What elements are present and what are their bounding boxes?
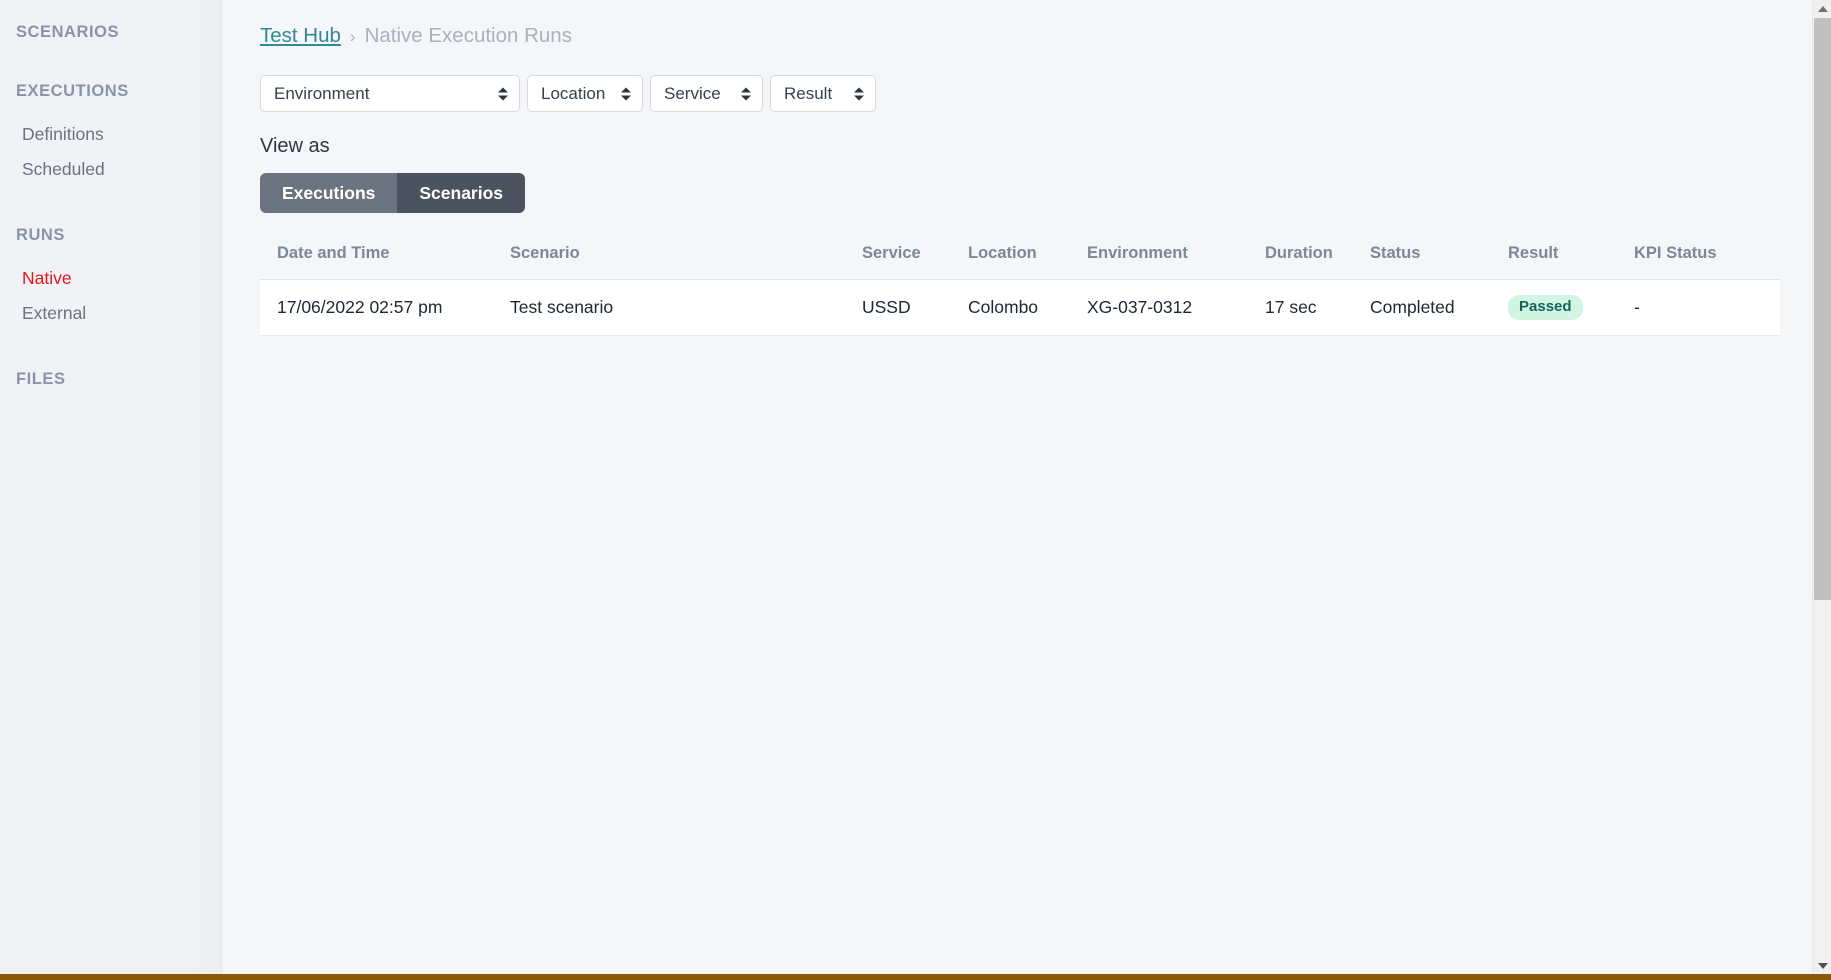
scroll-down-arrow-icon[interactable] xyxy=(1813,957,1831,974)
column-header-date-and-time[interactable]: Date and Time xyxy=(260,244,510,280)
column-header-scenario[interactable]: Scenario xyxy=(510,244,862,280)
cell-duration: 17 sec xyxy=(1265,280,1370,336)
cell-location: Colombo xyxy=(968,280,1087,336)
cell-scenario: Test scenario xyxy=(510,280,862,336)
cell-date-and-time: 17/06/2022 02:57 pm xyxy=(260,280,510,336)
view-as-toggle: Executions Scenarios xyxy=(260,173,525,213)
location-filter-select[interactable]: Location xyxy=(527,75,643,112)
runs-table: Date and Time Scenario Service Location … xyxy=(260,244,1780,336)
select-arrows-icon xyxy=(741,85,751,102)
cell-service: USSD xyxy=(862,280,968,336)
breadcrumb-link-test-hub[interactable]: Test Hub xyxy=(260,24,341,48)
status-badge: Passed xyxy=(1508,295,1583,321)
view-as-label: View as xyxy=(260,135,1831,158)
environment-filter-value: Environment xyxy=(274,84,369,104)
vertical-scrollbar[interactable] xyxy=(1812,0,1831,980)
app-root: SCENARIOS EXECUTIONS Definitions Schedul… xyxy=(0,0,1831,980)
breadcrumb: Test Hub › Native Execution Runs xyxy=(260,22,1831,50)
column-header-location[interactable]: Location xyxy=(968,244,1087,280)
vertical-scrollbar-thumb[interactable] xyxy=(1814,18,1831,600)
sidebar: SCENARIOS EXECUTIONS Definitions Schedul… xyxy=(0,0,222,980)
service-filter-select[interactable]: Service xyxy=(650,75,763,112)
column-header-status[interactable]: Status xyxy=(1370,244,1508,280)
select-arrows-icon xyxy=(621,85,631,102)
runs-table-container: Date and Time Scenario Service Location … xyxy=(260,244,1780,336)
tab-executions[interactable]: Executions xyxy=(260,173,397,213)
service-filter-value: Service xyxy=(664,84,721,104)
select-arrows-icon xyxy=(854,85,864,102)
result-filter-select[interactable]: Result xyxy=(770,75,876,112)
scroll-up-arrow-icon[interactable] xyxy=(1813,0,1831,17)
filter-bar: Environment Location Service Result xyxy=(260,75,1831,112)
sidebar-item-definitions[interactable]: Definitions xyxy=(0,117,221,152)
sidebar-section-runs: RUNS xyxy=(0,225,221,246)
table-row[interactable]: 17/06/2022 02:57 pm Test scenario USSD C… xyxy=(260,280,1780,336)
environment-filter-select[interactable]: Environment xyxy=(260,75,520,112)
chevron-right-icon: › xyxy=(350,28,356,45)
column-header-service[interactable]: Service xyxy=(862,244,968,280)
table-body: 17/06/2022 02:57 pm Test scenario USSD C… xyxy=(260,280,1780,336)
sidebar-item-native[interactable]: Native xyxy=(0,261,221,296)
cell-result: Passed xyxy=(1508,280,1634,336)
cell-kpi-status: - xyxy=(1634,280,1780,336)
breadcrumb-current-page: Native Execution Runs xyxy=(365,24,572,48)
column-header-result[interactable]: Result xyxy=(1508,244,1634,280)
column-header-kpi-status[interactable]: KPI Status xyxy=(1634,244,1780,280)
table-head: Date and Time Scenario Service Location … xyxy=(260,244,1780,280)
column-header-environment[interactable]: Environment xyxy=(1087,244,1265,280)
result-filter-value: Result xyxy=(784,84,832,104)
cell-status: Completed xyxy=(1370,280,1508,336)
sidebar-item-external[interactable]: External xyxy=(0,296,221,331)
sidebar-section-executions: EXECUTIONS xyxy=(0,81,221,102)
column-header-duration[interactable]: Duration xyxy=(1265,244,1370,280)
horizontal-scrollbar[interactable] xyxy=(0,974,1831,980)
main-content: Test Hub › Native Execution Runs Environ… xyxy=(222,0,1831,980)
table-header-row: Date and Time Scenario Service Location … xyxy=(260,244,1780,280)
cell-environment: XG-037-0312 xyxy=(1087,280,1265,336)
location-filter-value: Location xyxy=(541,84,605,104)
sidebar-section-scenarios: SCENARIOS xyxy=(0,22,221,43)
sidebar-section-files: FILES xyxy=(0,369,221,390)
select-arrows-icon xyxy=(498,85,508,102)
tab-scenarios[interactable]: Scenarios xyxy=(397,173,525,213)
sidebar-item-scheduled[interactable]: Scheduled xyxy=(0,152,221,187)
